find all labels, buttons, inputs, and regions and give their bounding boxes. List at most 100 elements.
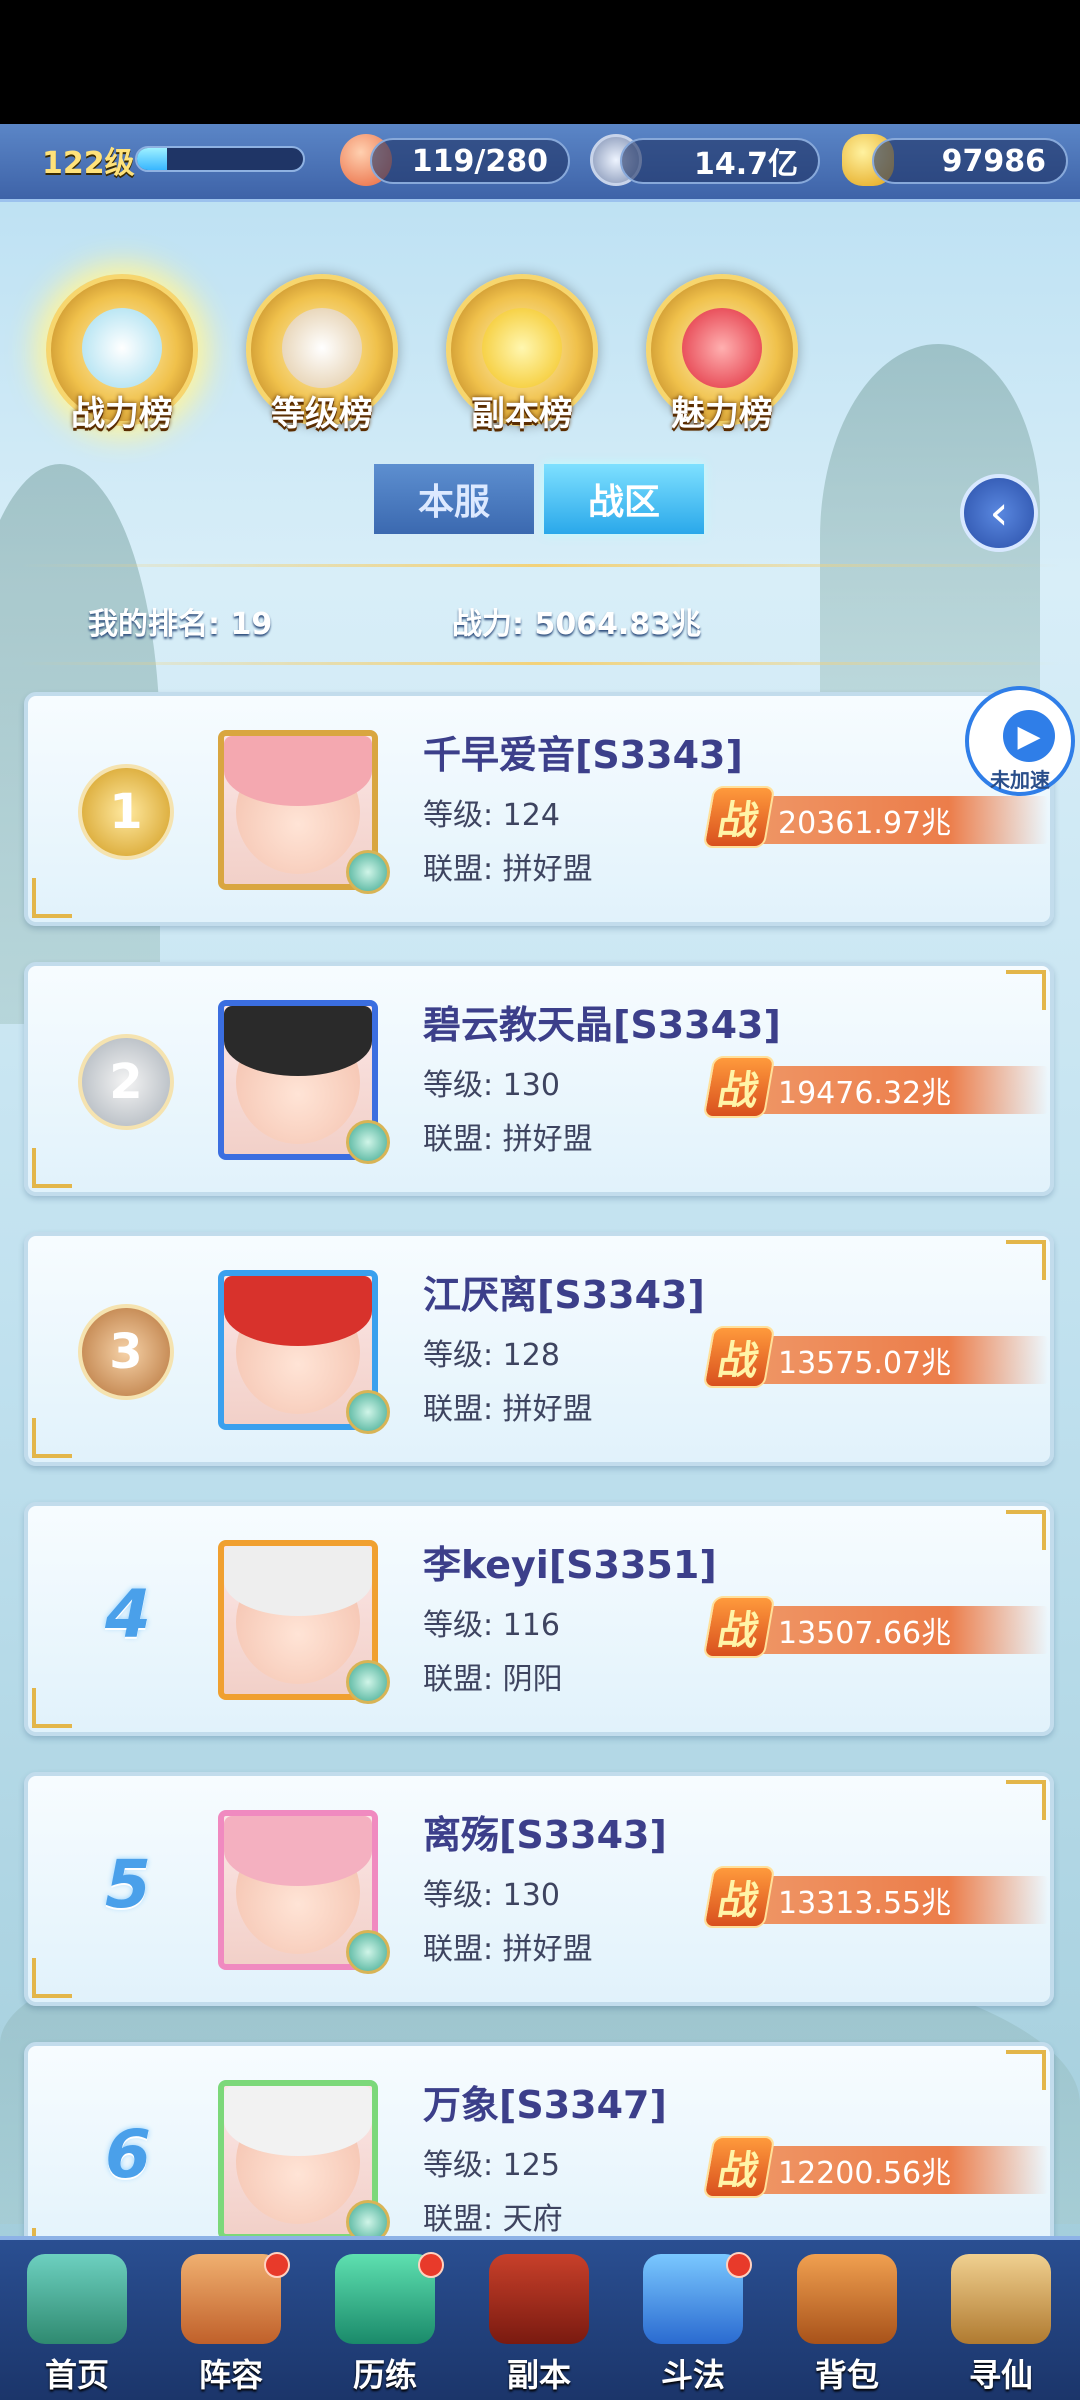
- seek-immortal-icon: [951, 2254, 1051, 2344]
- card-corner-ornament: [1006, 1780, 1046, 1820]
- card-corner-ornament: [1006, 2050, 1046, 2090]
- coins-pill[interactable]: 14.7亿: [620, 138, 820, 184]
- nav-item-training[interactable]: 历练: [308, 2240, 462, 2400]
- nav-item-dungeon[interactable]: 副本: [462, 2240, 616, 2400]
- rank-card[interactable]: 5 离殇[S3343] 等级: 130 联盟: 拼好盟 战 13313.55兆: [24, 1772, 1054, 2006]
- rank-badge-icon: [346, 850, 390, 894]
- battle-icon: 战: [702, 1326, 776, 1388]
- card-corner-ornament: [1006, 970, 1046, 1010]
- player-level: 等级: 130: [423, 1068, 560, 1103]
- rank-badge-icon: [346, 1120, 390, 1164]
- nav-label: 寻仙: [968, 2356, 1033, 2394]
- nav-item-lineup[interactable]: 阵容: [154, 2240, 308, 2400]
- nav-item-battle[interactable]: 斗法: [616, 2240, 770, 2400]
- power-value: 12200.56兆: [778, 2156, 952, 2191]
- player-alliance: 联盟: 天府: [423, 2202, 563, 2237]
- player-name: 李keyi[S3351]: [423, 1543, 717, 1587]
- avatar-pink-hair[interactable]: [218, 730, 390, 894]
- avatar-red-hair[interactable]: [218, 1270, 390, 1434]
- player-level: 等级: 116: [423, 1608, 560, 1643]
- nav-label: 阵容: [198, 2356, 263, 2394]
- avatar-pink-hair[interactable]: [218, 1810, 390, 1974]
- avatar-white-hair[interactable]: [218, 1540, 390, 1704]
- rank-medal-icon: 3: [78, 1304, 174, 1400]
- player-name: 千早爱音[S3343]: [423, 733, 743, 777]
- avatar-hair: [224, 1546, 372, 1616]
- star-icon: [482, 308, 562, 388]
- battle-icon: 战: [702, 1056, 776, 1118]
- rank-card[interactable]: 3 江厌离[S3343] 等级: 128 联盟: 拼好盟 战 13575.07兆: [24, 1232, 1054, 1466]
- category-dungeon-rank[interactable]: 副本榜: [430, 264, 614, 448]
- power-value: 20361.97兆: [778, 806, 952, 841]
- my-rank: 我的排名: 19: [88, 607, 273, 642]
- card-corner-ornament: [32, 1958, 72, 1998]
- card-corner-ornament: [32, 1418, 72, 1458]
- player-name: 万象[S3347]: [423, 2083, 667, 2127]
- rank-medal-icon: 1: [78, 764, 174, 860]
- card-corner-ornament: [1006, 1240, 1046, 1280]
- avatar-hair: [224, 2086, 372, 2156]
- player-name: 江厌离[S3343]: [423, 1273, 705, 1317]
- player-level: 等级: 128: [423, 1338, 560, 1373]
- rank-badge-icon: [346, 1930, 390, 1974]
- tab-war-zone[interactable]: 战区: [544, 464, 704, 534]
- battle-icon: 战: [702, 1866, 776, 1928]
- avatar-hair: [224, 1006, 372, 1076]
- rank-badge-icon: [346, 1390, 390, 1434]
- power-bar: 战 13575.07兆: [702, 1326, 1048, 1388]
- power-value: 13575.07兆: [778, 1346, 952, 1381]
- nav-label: 副本: [506, 2356, 571, 2394]
- divider: [20, 662, 1060, 665]
- notification-dot: [418, 2252, 444, 2278]
- xp-bar: [135, 146, 305, 172]
- player-level: 等级: 125: [423, 2148, 560, 2183]
- backpack-icon: [797, 2254, 897, 2344]
- back-button[interactable]: ‹: [960, 474, 1038, 552]
- coins-value: 14.7亿: [693, 147, 798, 182]
- rank-badge-icon: [346, 1660, 390, 1704]
- dungeon-icon: [489, 2254, 589, 2344]
- rank-number: 1: [109, 784, 143, 840]
- avatar-white-hair[interactable]: [218, 2080, 390, 2244]
- category-label: 战力榜: [71, 394, 173, 434]
- stamina-pill[interactable]: 119/280: [370, 138, 570, 184]
- battle-icon: 战: [702, 786, 776, 848]
- tab-label: 战区: [587, 482, 660, 523]
- battle-icon: 战: [702, 2136, 776, 2198]
- category-level-rank[interactable]: 等级榜: [230, 264, 414, 448]
- nav-item-home[interactable]: 首页: [0, 2240, 154, 2400]
- xp-bar-fill: [137, 148, 167, 170]
- player-level: 等级: 130: [423, 1878, 560, 1913]
- speedup-button[interactable]: ▶ 未加速: [965, 686, 1075, 796]
- play-icon: ▶: [1003, 710, 1055, 762]
- rank-card[interactable]: 1 千早爱音[S3343] 等级: 124 联盟: 拼好盟 战 20361.97…: [24, 692, 1054, 926]
- player-alliance: 联盟: 阴阳: [423, 1662, 563, 1697]
- heart-icon: [682, 308, 762, 388]
- avatar-hair: [224, 1276, 372, 1346]
- battle-icon: 战: [702, 1596, 776, 1658]
- category-label: 副本榜: [471, 394, 573, 434]
- home-icon: [27, 2254, 127, 2344]
- rank-number: 6: [105, 2116, 151, 2193]
- nav-item-backpack[interactable]: 背包: [770, 2240, 924, 2400]
- resource-bar: 122级 119/280 14.7亿 97986: [0, 124, 1080, 202]
- gold-pill[interactable]: 97986: [872, 138, 1068, 184]
- nav-label: 首页: [44, 2356, 109, 2394]
- player-alliance: 联盟: 拼好盟: [423, 1122, 593, 1157]
- power-bar: 战 13313.55兆: [702, 1866, 1048, 1928]
- avatar-hair: [224, 1816, 372, 1886]
- avatar-dark-hair[interactable]: [218, 1000, 390, 1164]
- tab-this-server[interactable]: 本服: [374, 464, 534, 534]
- category-label: 等级榜: [271, 394, 373, 434]
- rank-card[interactable]: 2 碧云教天晶[S3343] 等级: 130 联盟: 拼好盟 战 19476.3…: [24, 962, 1054, 1196]
- player-name: 离殇[S3343]: [423, 1813, 667, 1857]
- nav-label: 斗法: [660, 2356, 725, 2394]
- category-charm-rank[interactable]: 魅力榜: [630, 264, 814, 448]
- drum-icon: [282, 308, 362, 388]
- game-screen: 122级 119/280 14.7亿 97986 战力榜 等级榜 副本榜 魅力榜…: [0, 124, 1080, 2400]
- divider: [20, 564, 1060, 567]
- category-power-rank[interactable]: 战力榜: [30, 264, 214, 448]
- nav-label: 历练: [352, 2356, 417, 2394]
- rank-card[interactable]: 4 李keyi[S3351] 等级: 116 联盟: 阴阳 战 13507.66…: [24, 1502, 1054, 1736]
- nav-item-seek-immortal[interactable]: 寻仙: [924, 2240, 1078, 2400]
